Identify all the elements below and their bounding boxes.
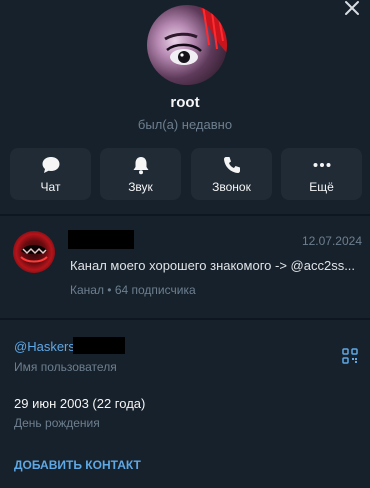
action-bar: Чат Звук Звонок Ещё [10,148,362,200]
more-button-label: Ещё [309,180,334,194]
more-button[interactable]: Ещё [281,148,362,200]
username-label: Имя пользователя [14,360,117,374]
close-button[interactable] [342,0,362,18]
phone-icon [223,157,240,173]
profile-status: был(а) недавно [137,117,233,132]
username-redaction [73,337,125,354]
avatar-image [164,5,227,65]
username-link[interactable]: @Haskers [14,339,75,354]
bell-icon [133,157,148,175]
channel-description: Канал моего хорошего знакомого -> @acc2s… [70,258,356,273]
chat-button[interactable]: Чат [10,148,91,200]
channel-name-redaction [68,230,134,249]
profile-avatar[interactable] [147,5,227,85]
sound-button[interactable]: Звук [100,148,181,200]
add-contact-button[interactable]: ДОБАВИТЬ КОНТАКТ [14,458,141,472]
birthday-label: День рождения [14,416,100,430]
call-button[interactable]: Звонок [191,148,272,200]
close-icon [345,1,359,15]
more-dots-icon [313,163,330,167]
chat-button-label: Чат [40,180,61,194]
channel-avatar [13,231,55,273]
qr-code-icon [342,348,358,364]
chat-bubble-icon [42,157,59,173]
channel-avatar-image [20,245,48,263]
profile-name: root [170,94,200,111]
sound-button-label: Звук [128,180,153,194]
channel-meta: Канал • 64 подписчика [70,283,196,297]
channel-date: 12.07.2024 [301,234,362,248]
birthday-value: 29 июн 2003 (22 года) [14,396,146,411]
call-button-label: Звонок [212,180,251,194]
qr-code-button[interactable] [342,348,358,364]
